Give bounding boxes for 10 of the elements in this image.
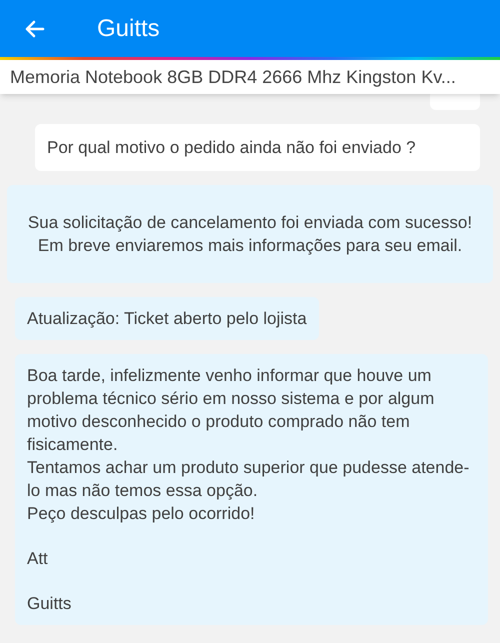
message-text: Boa tarde, infelizmente venho informar que houve um problema técnico sério em nosso sistema e por algum motivo desconhecido o produto comprado não tem fisicamente.: [27, 365, 436, 456]
message-text: Att: [27, 548, 49, 570]
message-text: Tentamos achar um produto superior que pudesse atende-lo mas não temos essa opção.: [27, 457, 470, 502]
app-bar-title: Guitts: [97, 17, 160, 40]
message-text: Peço desculpas pelo ocorrido!: [27, 503, 256, 525]
message-text: Sua solicitação de cancelamento foi enviada com sucesso! Em breve enviaremos mais informações para seu email.: [26, 212, 474, 257]
message-text: Guitts: [27, 593, 72, 615]
message-text: Por qual motivo o pedido ainda não foi enviado ?: [47, 137, 417, 159]
message-text: Atualização: Ticket aberto pelo lojista: [27, 308, 307, 330]
product-title: Memoria Notebook 8GB DDR4 2666 Mhz Kingston Kv...: [10, 66, 456, 88]
